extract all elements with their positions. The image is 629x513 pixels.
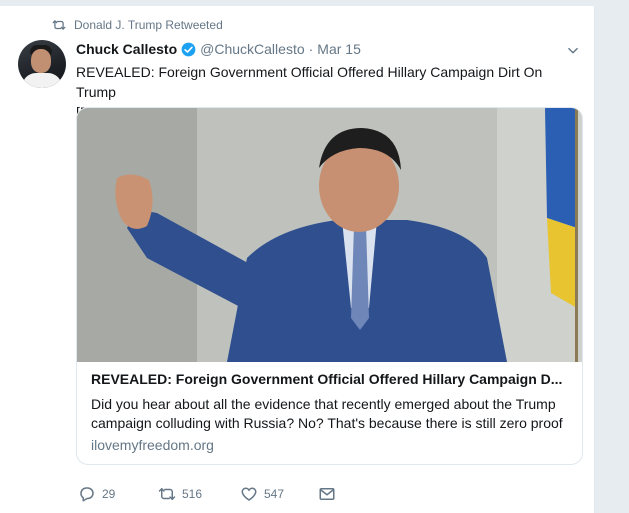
link-title[interactable]: REVEALED: Foreign Government Official Of… <box>91 371 569 387</box>
chevron-down-icon[interactable] <box>566 44 580 58</box>
author-name[interactable]: Chuck Callesto <box>76 41 177 57</box>
like-count: 547 <box>264 487 285 501</box>
direct-message-button[interactable] <box>318 485 336 503</box>
reply-button[interactable]: 29 <box>78 485 158 503</box>
retweet-icon <box>158 488 176 500</box>
retweet-context: Donald J. Trump Retweeted <box>52 16 223 34</box>
like-button[interactable]: 547 <box>240 485 318 503</box>
tweet-header: Chuck Callesto @ChuckCallesto · Mar 15 <box>76 39 361 59</box>
reply-icon <box>80 487 94 502</box>
tweet-date[interactable]: Mar 15 <box>317 41 361 57</box>
reply-count: 29 <box>102 487 116 501</box>
retweet-context-label[interactable]: Donald J. Trump Retweeted <box>74 18 223 32</box>
tweet-text-line: REVEALED: Foreign Government Official Of… <box>76 64 543 100</box>
avatar[interactable] <box>18 40 66 88</box>
tweet-actions: 29 516 547 <box>78 484 336 504</box>
verified-badge-icon <box>181 42 196 56</box>
separator-dot: · <box>308 41 314 57</box>
tweet-card[interactable]: Donald J. Trump Retweeted Chuck Callesto… <box>0 6 595 513</box>
retweet-count: 516 <box>182 487 203 501</box>
retweet-button[interactable]: 516 <box>158 485 240 503</box>
link-preview-image[interactable] <box>77 108 582 362</box>
heart-icon <box>241 487 257 501</box>
link-preview-card[interactable]: REVEALED: Foreign Government Official Of… <box>76 107 583 465</box>
link-description: Did you hear about all the evidence that… <box>91 396 563 431</box>
envelope-icon <box>319 488 335 500</box>
retweet-icon <box>52 20 66 30</box>
author-handle[interactable]: @ChuckCallesto <box>200 41 304 57</box>
link-domain: ilovemyfreedom.org <box>91 437 214 453</box>
